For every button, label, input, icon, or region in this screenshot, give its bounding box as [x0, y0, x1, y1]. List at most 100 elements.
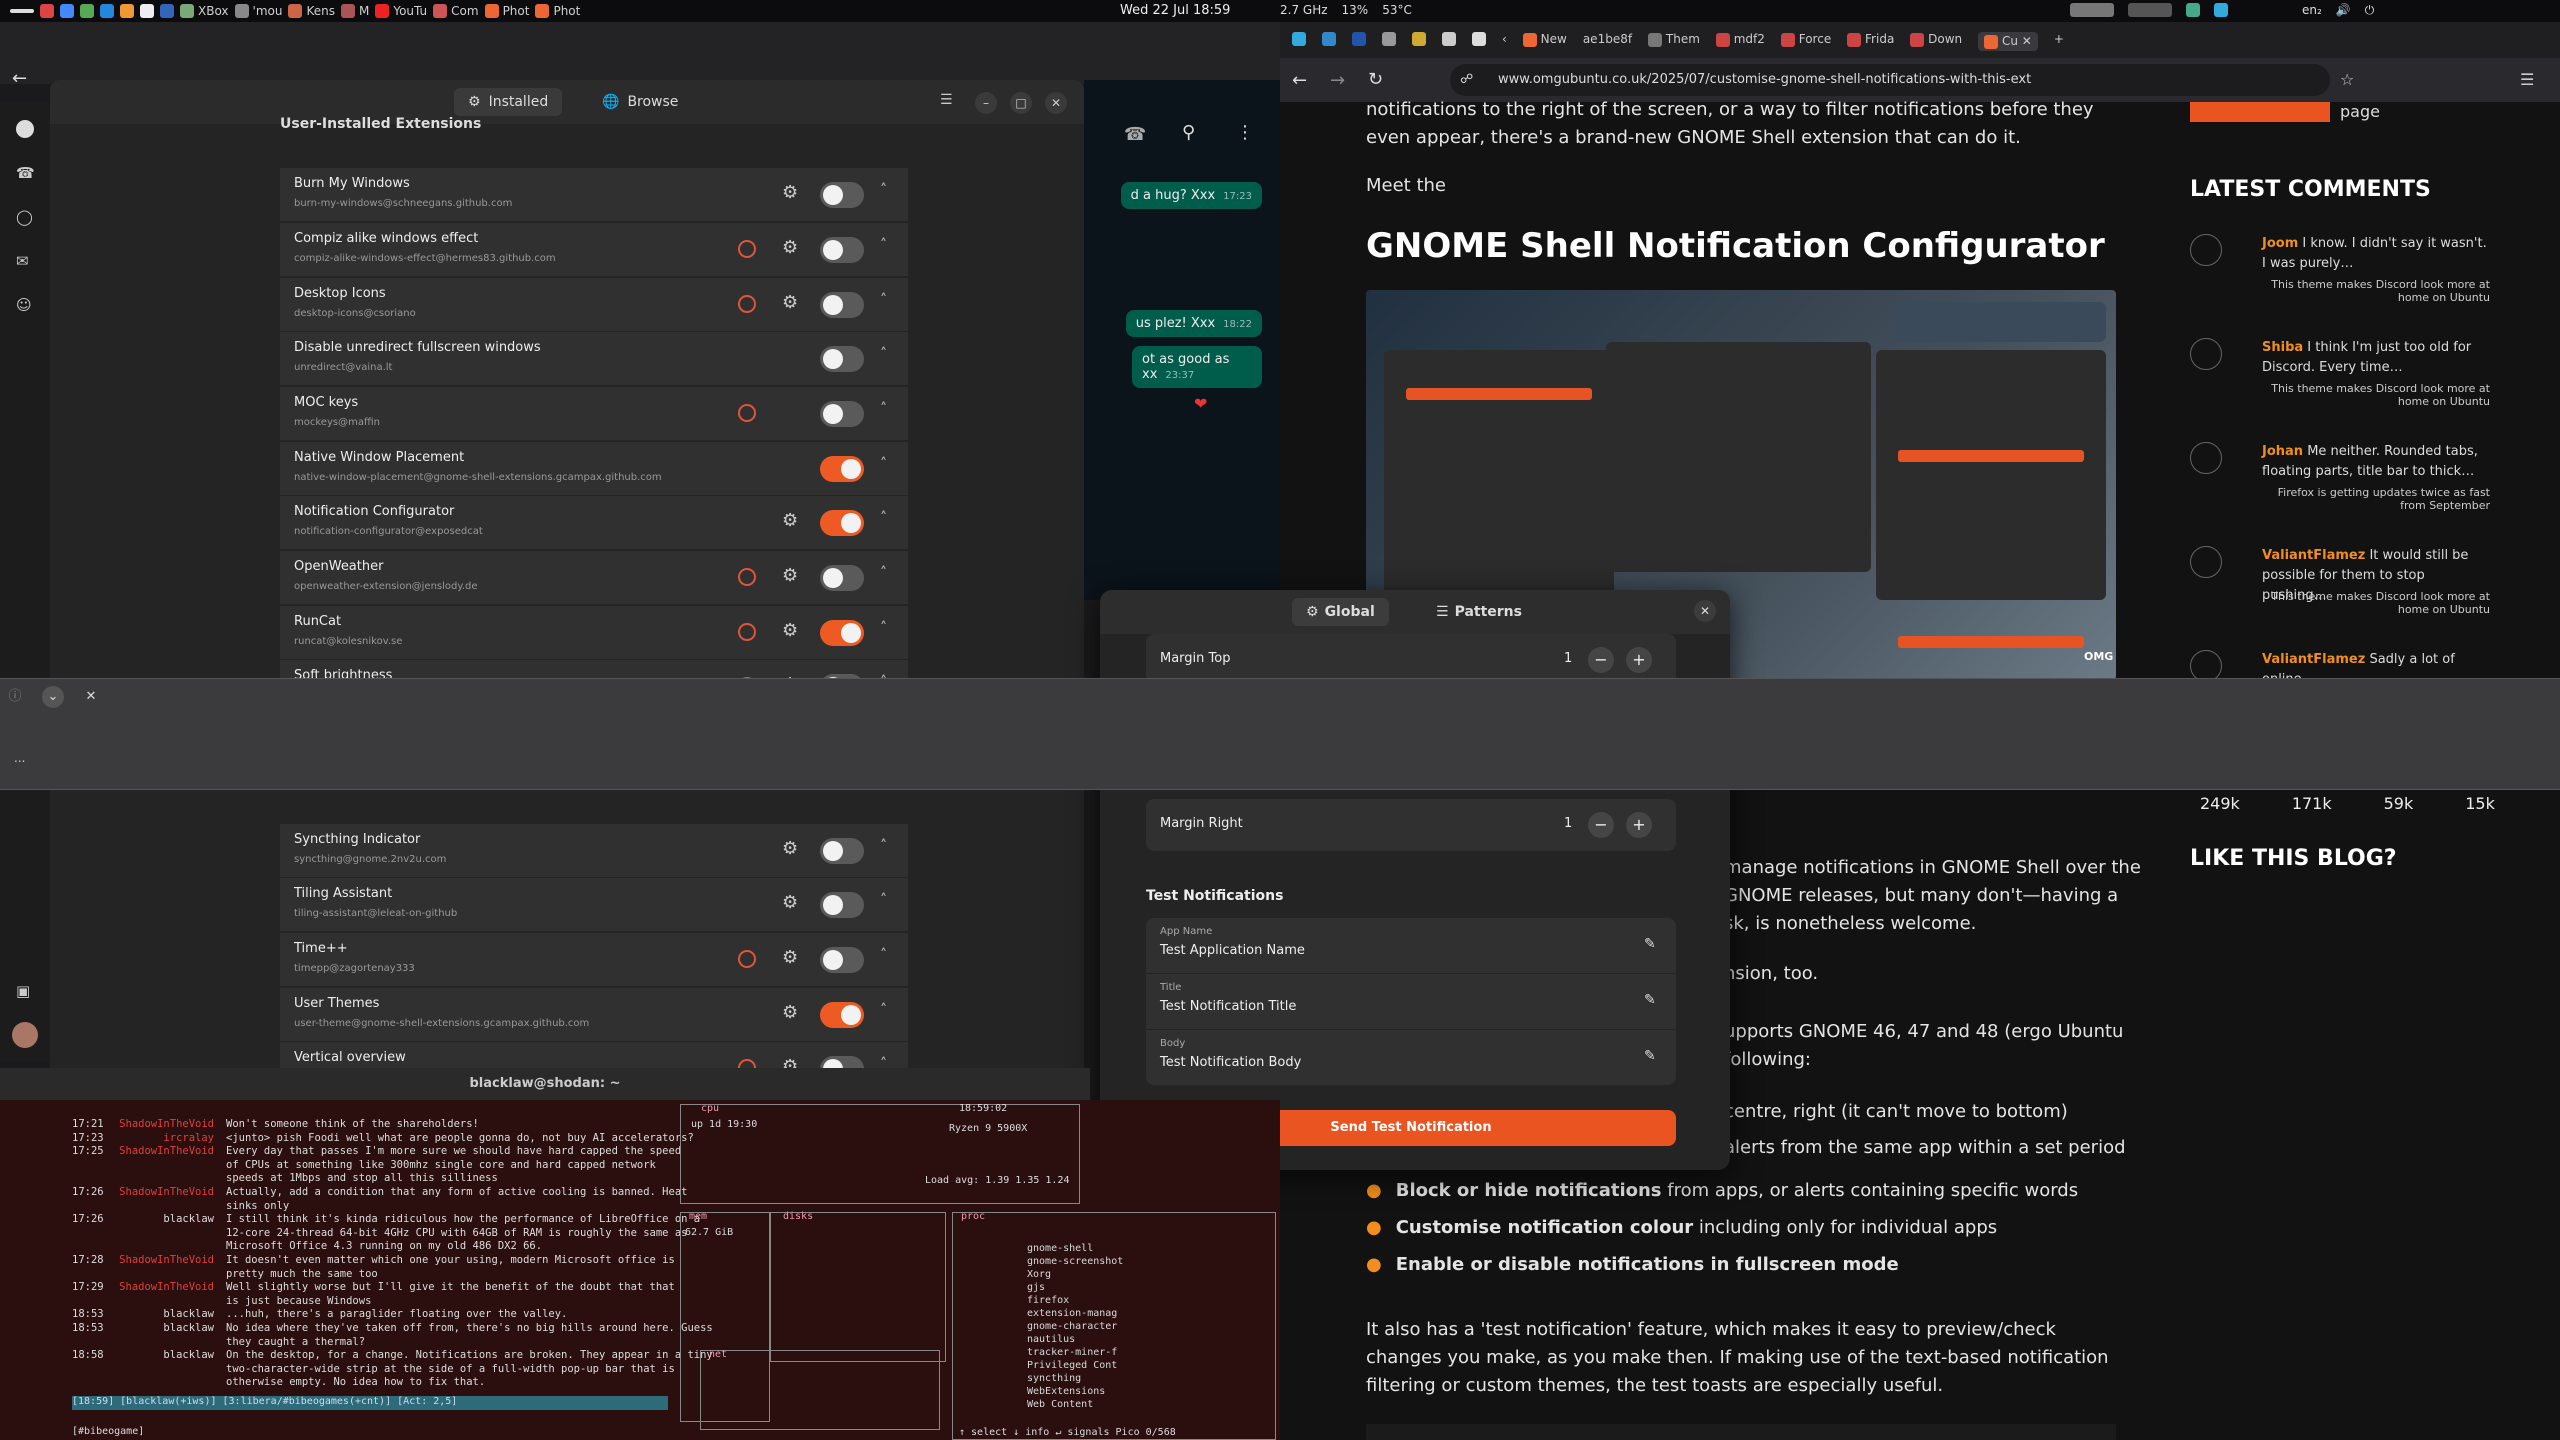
panel-clock[interactable]: Wed 22 Jul 18:59	[1120, 3, 1230, 18]
comment-post-link[interactable]: This theme makes Discord look more at ho…	[2262, 278, 2490, 304]
error-icon[interactable]	[738, 240, 756, 258]
tab-favicon-icon[interactable]	[1352, 32, 1366, 46]
tab-installed[interactable]: ⚙ Installed	[454, 88, 563, 116]
chevron-up-icon[interactable]: ˄	[880, 620, 887, 636]
gear-icon[interactable]: ⚙	[782, 565, 798, 586]
tab-browse[interactable]: 🌐 Browse	[588, 88, 692, 116]
chevron-up-icon[interactable]: ˄	[880, 182, 887, 198]
heart-reaction-icon[interactable]: ❤	[1194, 394, 1207, 413]
media-icon[interactable]: ▣	[16, 982, 34, 1000]
app-icon[interactable]	[160, 4, 174, 18]
process-name[interactable]: nautilus	[1027, 1334, 1075, 1345]
chevron-up-icon[interactable]: ˄	[880, 401, 887, 417]
back-icon[interactable]: ←	[12, 68, 27, 89]
browser-tab[interactable]: mdf2	[1715, 32, 1765, 51]
process-name[interactable]: Xorg	[1027, 1269, 1051, 1280]
error-icon[interactable]	[738, 568, 756, 586]
messenger-icon[interactable]	[100, 4, 114, 18]
comment-author[interactable]: ValiantFlamez	[2262, 652, 2365, 667]
process-name[interactable]: extension-manag	[1027, 1308, 1117, 1319]
extension-row[interactable]: OpenWeather openweather-extension@jenslod…	[280, 551, 908, 605]
chat-message[interactable]: ot as good as xx 23:37	[1132, 346, 1262, 388]
comment-author[interactable]: Shiba	[2262, 340, 2303, 355]
extension-toggle[interactable]	[820, 182, 864, 208]
tab-global[interactable]: ⚙ Global	[1292, 598, 1389, 626]
process-name[interactable]: gnome-shell	[1027, 1243, 1093, 1254]
body-field[interactable]: Body Test Notification Body ✎	[1146, 1030, 1676, 1085]
chevron-up-icon[interactable]: ˄	[880, 892, 887, 908]
chevron-up-icon[interactable]: ˄	[880, 947, 887, 963]
process-name[interactable]: Web Content	[1027, 1399, 1093, 1410]
comment-post-link[interactable]: Firefox is getting updates twice as fast…	[2262, 486, 2490, 512]
maps-icon[interactable]	[120, 4, 134, 18]
keyboard-layout[interactable]: en₂	[2302, 3, 2322, 18]
stat-count[interactable]: 59k	[2384, 794, 2414, 813]
calls-icon[interactable]: ☎	[16, 164, 35, 182]
panel-tab[interactable]: Com	[433, 4, 479, 18]
browser-tab[interactable]: Them	[1648, 32, 1700, 51]
extension-row[interactable]: Disable unredirect fullscreen windows unr…	[280, 332, 908, 386]
notification-banner[interactable]: ⓘ ⌄ ✕ ...	[0, 678, 2560, 790]
chevron-up-icon[interactable]: ˄	[880, 565, 887, 581]
browser-tab[interactable]: ae1be8f	[1583, 32, 1632, 51]
comment-author[interactable]: Joom	[2262, 236, 2298, 251]
comment-post-link[interactable]: This theme makes Discord look more at ho…	[2262, 382, 2490, 408]
error-icon[interactable]	[738, 404, 756, 422]
edit-pencil-icon[interactable]: ✎	[1644, 992, 1656, 1008]
browser-tab[interactable]: New	[1522, 32, 1567, 51]
chat-message[interactable]: d a hug? Xxx 17:23	[1120, 182, 1262, 209]
close-button[interactable]: ✕	[1045, 92, 1067, 114]
extension-row[interactable]: Desktop Icons desktop-icons@csoriano ⚙ ˄	[280, 278, 908, 332]
gmail-icon[interactable]	[40, 4, 54, 18]
tab-favicon-icon[interactable]	[1322, 32, 1336, 46]
app-tray-icon[interactable]	[2214, 3, 2228, 17]
panel-tab[interactable]: XBox	[180, 4, 229, 18]
extension-row[interactable]: Notification Configurator notification-co…	[280, 496, 908, 550]
terminal-window[interactable]: 17:21 ShadowInTheVoid Won't someone think …	[0, 1100, 1280, 1440]
new-tab-icon[interactable]: +	[2054, 32, 2064, 51]
title-field[interactable]: Title Test Notification Title ✎	[1146, 974, 1676, 1029]
panel-tab[interactable]: 'mou	[234, 4, 282, 18]
comment-author[interactable]: ValiantFlamez	[2262, 548, 2365, 563]
extension-row[interactable]: RunCat runcat@kolesnikov.se ⚙ ˄	[280, 606, 908, 660]
extension-row[interactable]: User Themes user-theme@gnome-shell-extens…	[280, 988, 908, 1042]
extension-row[interactable]: Compiz alike windows effect compiz-alike-…	[280, 223, 908, 277]
tab-favicon-icon[interactable]	[1382, 32, 1396, 46]
gear-icon[interactable]: ⚙	[782, 237, 798, 258]
hamburger-menu-icon[interactable]: ☰	[940, 92, 953, 108]
extension-toggle[interactable]	[820, 1002, 864, 1028]
extension-row[interactable]: Time++ timepp@zagortenay333 ⚙ ˄	[280, 933, 908, 987]
process-name[interactable]: firefox	[1027, 1295, 1069, 1306]
comment-post-link[interactable]: This theme makes Discord look more at ho…	[2262, 590, 2490, 616]
gear-icon[interactable]: ⚙	[782, 1002, 798, 1023]
edit-pencil-icon[interactable]: ✎	[1644, 936, 1656, 952]
stat-count[interactable]: 15k	[2465, 794, 2495, 813]
comment-author[interactable]: Johan	[2262, 444, 2303, 459]
close-button[interactable]: ✕	[1694, 600, 1716, 622]
tab-favicon-icon[interactable]	[1472, 32, 1486, 46]
system-indicators[interactable]: 2.7 GHz 13% 53°C	[1280, 3, 1412, 17]
extension-row[interactable]: MOC keys mockeys@maffin ˄	[280, 387, 908, 441]
gear-icon[interactable]: ⚙	[782, 947, 798, 968]
whatsapp-icon[interactable]	[80, 4, 94, 18]
chats-icon[interactable]	[16, 120, 34, 138]
panel-tab[interactable]: Kens	[288, 4, 335, 18]
sidebar-link-text[interactable]: page	[2340, 102, 2380, 121]
tab-favicon-icon[interactable]	[1292, 32, 1306, 46]
stat-count[interactable]: 249k	[2200, 794, 2240, 813]
back-icon[interactable]: ←	[1292, 70, 1307, 91]
browser-tab[interactable]: Force	[1780, 32, 1831, 51]
margin-top-value[interactable]: 1	[1564, 651, 1572, 666]
panel-tab[interactable]: Phot	[535, 4, 580, 18]
extension-row[interactable]: Tiling Assistant tiling-assistant@leleat-…	[280, 878, 908, 932]
syncthing-icon[interactable]	[2186, 3, 2200, 17]
gear-icon[interactable]: ⚙	[782, 838, 798, 859]
close-icon[interactable]: ✕	[80, 686, 102, 708]
sidebar-thumbnail[interactable]	[2190, 102, 2330, 122]
irc-input-line[interactable]: [#bibeogame]	[72, 1426, 144, 1437]
extension-row[interactable]: Native Window Placement native-window-pla…	[280, 442, 908, 496]
panel-tab[interactable]: M	[340, 4, 369, 18]
more-options-icon[interactable]: ⋮	[1236, 122, 1254, 143]
site-security-icon[interactable]: ☍	[1460, 72, 1473, 87]
close-tab-icon[interactable]: ✕	[2022, 34, 2032, 48]
